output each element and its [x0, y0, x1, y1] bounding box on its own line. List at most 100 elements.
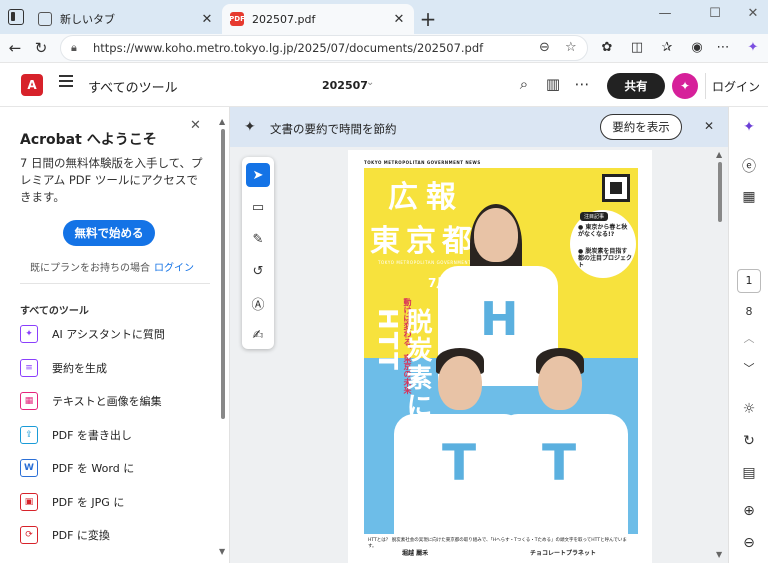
- draw-icon[interactable]: ↺: [246, 259, 270, 283]
- address-bar[interactable]: 🔒︎ https://www.koho.metro.tokyo.lg.jp/20…: [60, 35, 588, 61]
- extensions-icon[interactable]: ✿: [596, 40, 618, 55]
- feature-line: ● 脱炭素を目指す都の注目プロジェクト: [578, 248, 633, 269]
- scrollbar-thumb[interactable]: [221, 129, 225, 419]
- scroll-down-icon[interactable]: ▼: [219, 547, 225, 556]
- star-icon[interactable]: ☆: [565, 40, 577, 55]
- face: [438, 356, 482, 410]
- login-button[interactable]: ログイン: [712, 78, 760, 95]
- menu-icon[interactable]: [59, 75, 73, 89]
- brightness-icon[interactable]: ☼: [739, 399, 759, 419]
- adobe-logo[interactable]: A: [21, 74, 43, 96]
- profile-icon[interactable]: ◉: [686, 40, 708, 55]
- favorites-icon[interactable]: ✰: [656, 40, 678, 55]
- trial-description: 7 日間の無料体験版を入手して、プレミアム PDF ツールにアクセスできます。: [20, 156, 203, 204]
- acrobat-toolbar: A すべてのツール 202507 ⌄ ⌕ ▥ ⋯ 共有 ✦ ログイン: [0, 62, 768, 107]
- edit-icon: ▦: [20, 392, 38, 410]
- highlight-pen-icon[interactable]: ✎: [246, 227, 270, 251]
- lock-icon[interactable]: 🔒︎: [71, 41, 87, 55]
- sign-icon[interactable]: ✍: [246, 323, 270, 347]
- shirt-logo: H: [480, 292, 519, 346]
- tab-pdf[interactable]: PDF 202507.pdf ✕: [222, 4, 414, 34]
- tool-edit[interactable]: ▦ テキストと画像を編集: [20, 390, 162, 412]
- plan-login-link[interactable]: ログイン: [154, 263, 194, 274]
- chevron-up-icon[interactable]: ︿: [739, 329, 759, 349]
- zoom-out-icon[interactable]: ⊖: [739, 533, 759, 553]
- document-title[interactable]: 202507: [322, 79, 368, 92]
- scroll-down-icon[interactable]: ▼: [716, 550, 722, 559]
- grid-icon[interactable]: ▦: [739, 187, 759, 207]
- select-tool-icon[interactable]: ➤: [246, 163, 270, 187]
- ai-assistant-icon[interactable]: ✦: [672, 73, 698, 99]
- banner-text: 文書の要約で時間を節約: [270, 122, 397, 136]
- left-panel: ✕ Acrobat へようこそ 7 日間の無料体験版を入手して、プレミアム PD…: [0, 107, 230, 563]
- scrollbar-thumb[interactable]: [718, 162, 722, 222]
- close-window-icon[interactable]: ✕: [738, 6, 768, 21]
- left-panel-scrollbar[interactable]: ▲ ▼: [219, 117, 226, 557]
- text-box-icon[interactable]: Ⓐ: [246, 291, 270, 315]
- divider: [20, 283, 210, 284]
- page-header-text: TOKYO METROPOLITAN GOVERNMENT NEWS: [364, 160, 481, 165]
- minimize-icon[interactable]: —: [650, 6, 680, 21]
- more-icon[interactable]: ⋯: [712, 40, 734, 55]
- close-tab-icon[interactable]: ✕: [200, 12, 214, 27]
- rotate-icon[interactable]: ↻: [739, 431, 759, 451]
- show-summary-button[interactable]: 要約を表示: [600, 114, 682, 140]
- tool-label: 要約を生成: [52, 362, 107, 375]
- summary-icon: ≡: [20, 359, 38, 377]
- zoom-in-icon[interactable]: ⊕: [739, 501, 759, 521]
- qr-code: [602, 174, 630, 202]
- maximize-icon[interactable]: ☐: [700, 6, 730, 21]
- feature-bubble: 注目記事 ● 東京から春と秋がなくなる!? ● 脱炭素を目指す都の注目プロジェク…: [570, 210, 636, 278]
- tool-word[interactable]: W PDF を Word に: [20, 457, 134, 479]
- poster-title-tokyo: 東京都: [370, 224, 478, 259]
- tool-convert[interactable]: ⟳ PDF に変換: [20, 524, 110, 546]
- tool-summary[interactable]: ≡ 要約を生成: [20, 357, 107, 379]
- pdf-page: TOKYO METROPOLITAN GOVERNMENT NEWS 広報 東京…: [348, 150, 652, 563]
- plan-text: 既にプランをお持ちの場合 ログイン: [30, 259, 194, 274]
- all-tools-label[interactable]: すべてのツール: [88, 77, 178, 96]
- tool-label: AI アシスタントに質問: [52, 328, 165, 341]
- tab-title: 新しいタブ: [60, 13, 115, 26]
- tool-ai-assistant[interactable]: ✦ AI アシスタントに質問: [20, 323, 165, 345]
- scroll-up-icon[interactable]: ▲: [716, 150, 722, 159]
- tab-actions-icon[interactable]: [8, 9, 24, 25]
- face: [474, 208, 518, 262]
- share-button[interactable]: 共有: [607, 73, 665, 99]
- jpg-icon: ▣: [20, 493, 38, 511]
- tool-export[interactable]: ⇪ PDF を書き出し: [20, 424, 132, 446]
- current-page-input[interactable]: 1: [737, 269, 761, 293]
- start-free-button[interactable]: 無料で始める: [63, 220, 155, 246]
- close-banner-icon[interactable]: ✕: [704, 119, 714, 133]
- poster-name: チョコレートプラネット: [530, 550, 597, 557]
- ai-summary-icon[interactable]: ✦: [739, 117, 759, 137]
- poster-name: 堀越 麗禾: [402, 550, 429, 557]
- search-icon[interactable]: ⌕: [513, 75, 535, 93]
- zoom-icon[interactable]: ⊖: [539, 40, 550, 55]
- tab-new[interactable]: 新しいタブ ✕: [30, 4, 222, 34]
- chevron-down-icon[interactable]: ⌄: [366, 77, 374, 88]
- comment-panel-icon[interactable]: ⓔ: [739, 157, 759, 177]
- tab-bar: 新しいタブ ✕ PDF 202507.pdf ✕ + — ☐ ✕: [0, 0, 768, 34]
- page-thumbnails-icon[interactable]: ▥: [542, 75, 564, 93]
- tool-label: PDF を Word に: [52, 462, 135, 475]
- poster-image: 広報 東京都 TOKYO METROPOLITAN GOVERNMENT NEW…: [364, 168, 638, 563]
- scroll-up-icon[interactable]: ▲: [219, 117, 225, 126]
- new-tab-button[interactable]: +: [418, 7, 438, 31]
- summary-banner: ✦ 文書の要約で時間を節約 要約を表示 ✕: [230, 107, 728, 147]
- back-icon[interactable]: ←: [6, 39, 24, 57]
- copilot-icon[interactable]: ✦: [742, 40, 764, 55]
- split-screen-icon[interactable]: ◫: [626, 40, 648, 55]
- feature-line: ● 東京から春と秋がなくなる!?: [578, 224, 628, 238]
- page-fit-icon[interactable]: ▤: [739, 463, 759, 483]
- more-options-icon[interactable]: ⋯: [571, 75, 593, 93]
- close-icon[interactable]: ✕: [190, 118, 201, 133]
- tool-jpg[interactable]: ▣ PDF を JPG に: [20, 491, 124, 513]
- face: [538, 356, 582, 410]
- chevron-down-icon[interactable]: ﹀: [739, 359, 759, 379]
- comment-icon[interactable]: ▭: [246, 195, 270, 219]
- divider: [705, 73, 706, 99]
- document-scrollbar[interactable]: ▲ ▼: [716, 150, 724, 562]
- tool-label: テキストと画像を編集: [52, 395, 162, 408]
- close-tab-icon[interactable]: ✕: [392, 12, 406, 27]
- reload-icon[interactable]: ↻: [32, 39, 50, 57]
